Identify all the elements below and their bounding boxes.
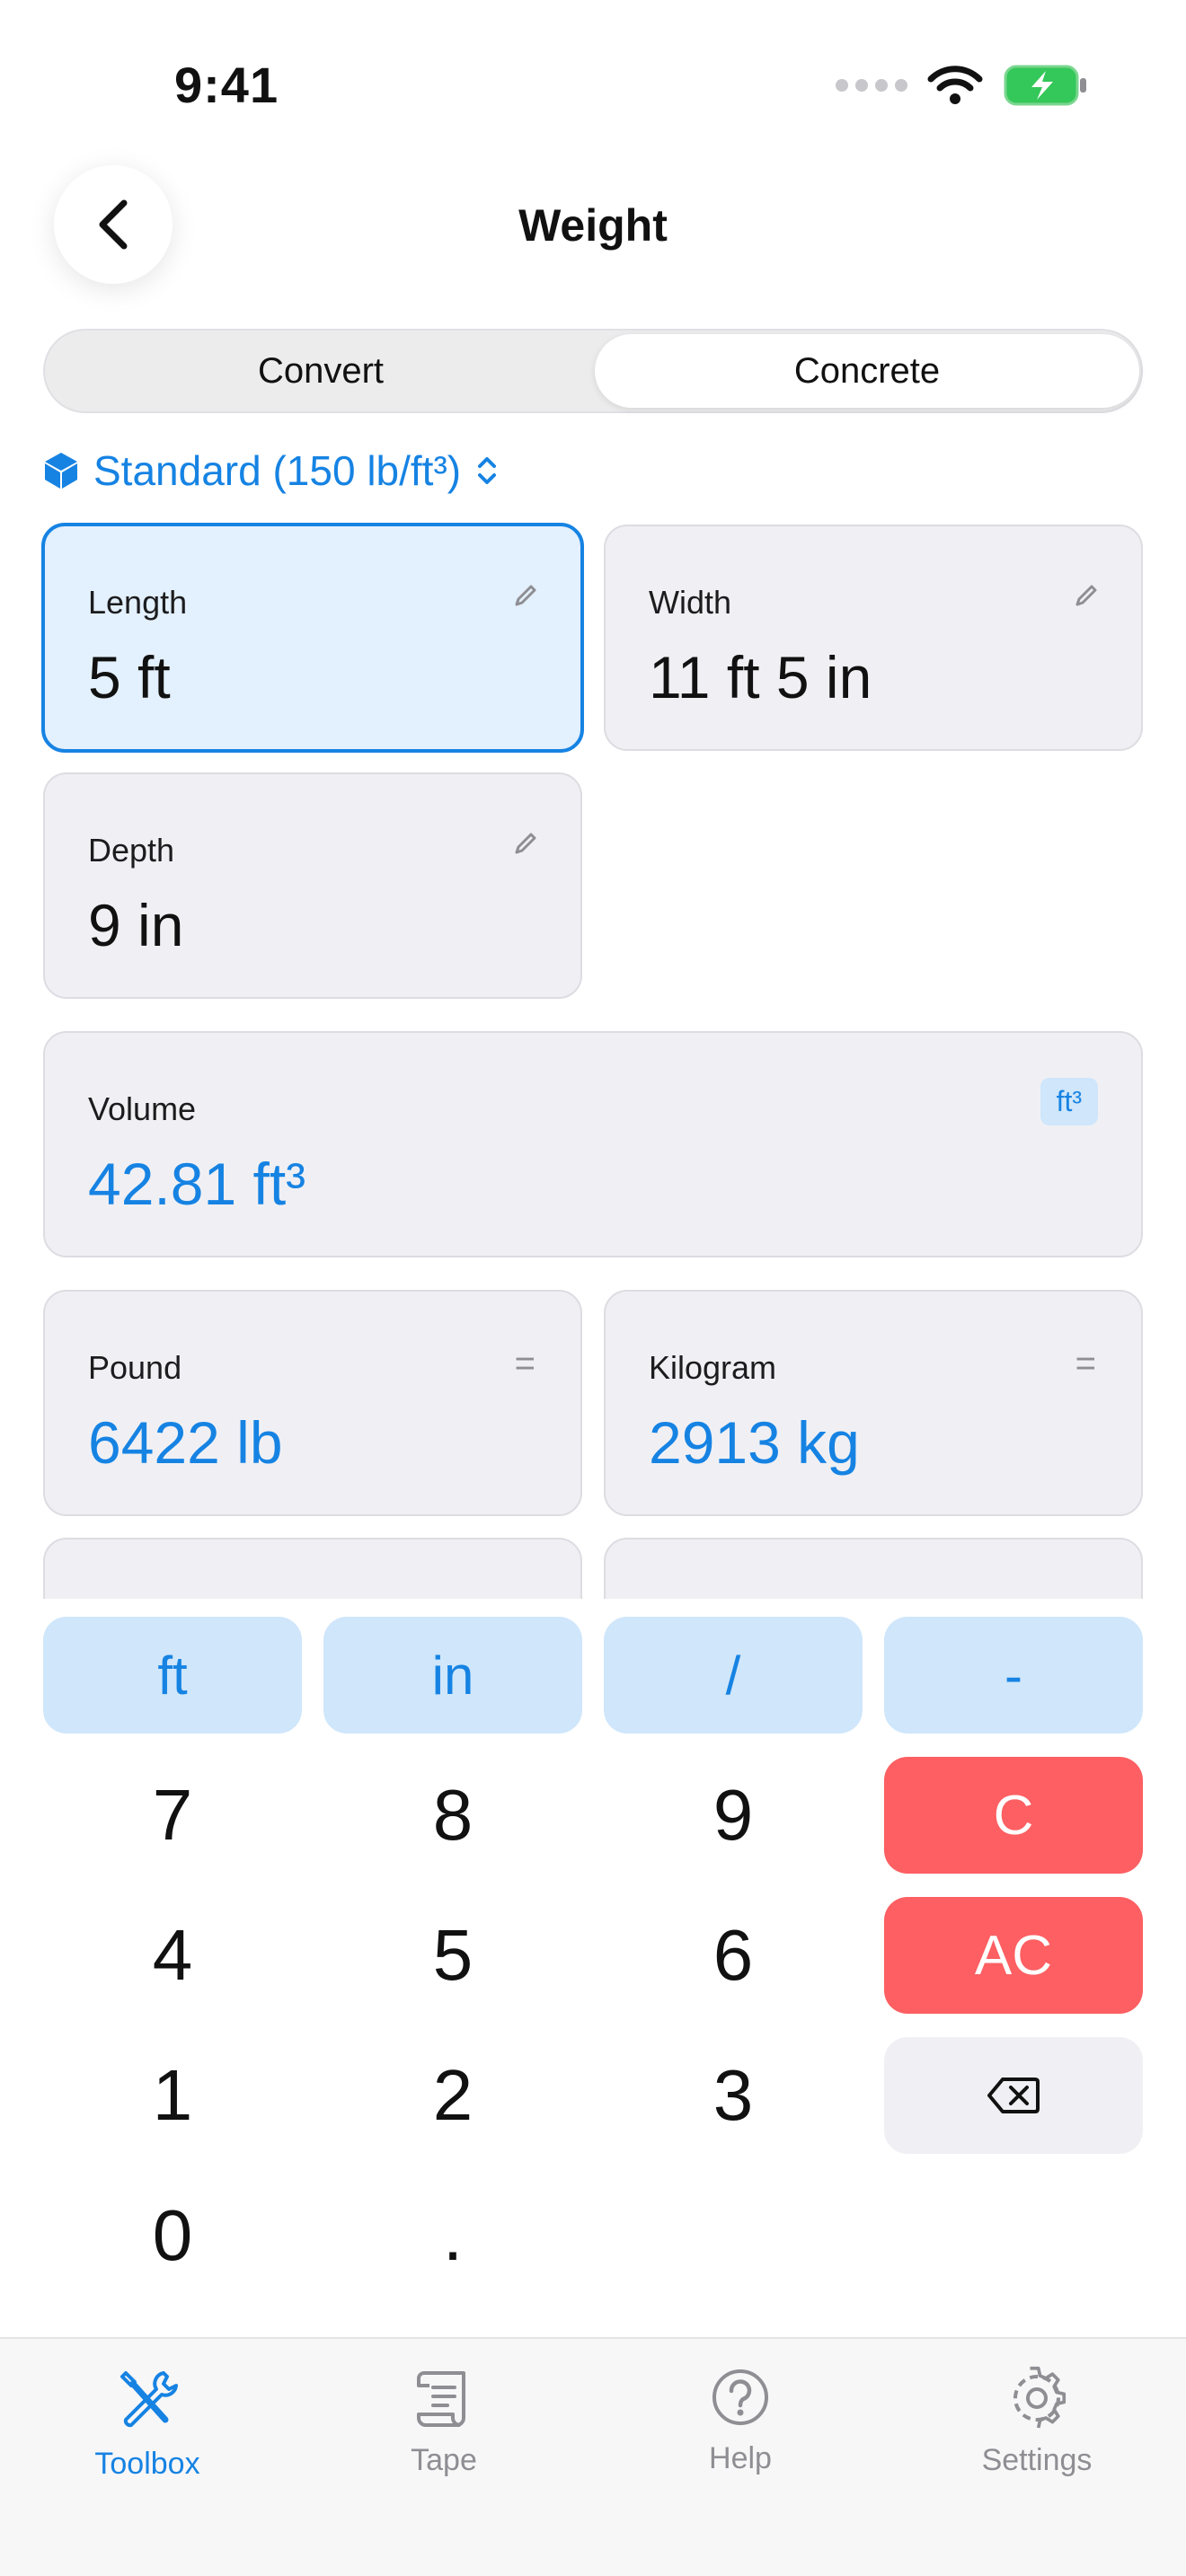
scroll-icon <box>417 2371 465 2427</box>
status-indicators <box>836 63 1089 108</box>
length-field[interactable]: Length 5 ft <box>41 523 584 753</box>
results-scroll-area[interactable]: Volume 42.81 ft³ ft³ Pound 6422 lb = Kil… <box>0 1024 1186 1599</box>
key-0[interactable]: 0 <box>43 2177 302 2294</box>
key-6[interactable]: 6 <box>604 1897 863 2014</box>
width-label: Width <box>649 584 732 621</box>
width-field[interactable]: Width 11 ft 5 in <box>604 525 1143 751</box>
depth-value: 9 in <box>88 892 184 958</box>
backspace-button[interactable] <box>884 2037 1143 2154</box>
pencil-icon <box>1075 585 1097 606</box>
tab-bar: Toolbox Tape Help Settings <box>0 2337 1186 2576</box>
key-in[interactable]: in <box>323 1617 582 1734</box>
width-value: 11 ft 5 in <box>649 644 872 710</box>
tab-tape-label: Tape <box>411 2443 477 2477</box>
partial-result-card <box>604 1538 1143 1599</box>
status-time: 9:41 <box>174 57 279 113</box>
tab-settings-label: Settings <box>981 2443 1093 2477</box>
tools-icon <box>120 2371 178 2428</box>
equals-icon[interactable]: = <box>515 1344 535 1384</box>
tab-help-label: Help <box>709 2441 772 2475</box>
cellular-signal-icon <box>836 79 907 92</box>
tab-toolbox-label: Toolbox <box>94 2447 200 2481</box>
tab-convert[interactable]: Convert <box>49 334 593 408</box>
question-circle-icon <box>712 2369 768 2425</box>
equals-icon[interactable]: = <box>1075 1344 1096 1384</box>
depth-label: Depth <box>88 832 175 869</box>
tab-help[interactable]: Help <box>633 2366 848 2476</box>
length-value: 5 ft <box>88 644 171 710</box>
delete-left-icon <box>987 2078 1040 2113</box>
key-2[interactable]: 2 <box>323 2037 582 2154</box>
volume-label: Volume <box>88 1090 197 1127</box>
kilogram-label: Kilogram <box>649 1349 777 1386</box>
cube-icon <box>45 453 77 489</box>
battery-charging-icon <box>1004 65 1086 106</box>
gear-icon <box>1013 2366 1067 2429</box>
all-clear-button[interactable]: AC <box>884 1897 1143 2014</box>
key-8[interactable]: 8 <box>323 1757 582 1874</box>
key-9[interactable]: 9 <box>604 1757 863 1874</box>
partial-result-card <box>43 1538 582 1599</box>
page-title: Weight <box>518 200 668 251</box>
tab-concrete[interactable]: Concrete <box>595 334 1139 408</box>
clear-button[interactable]: C <box>884 1757 1143 1874</box>
tab-tape[interactable]: Tape <box>336 2366 552 2478</box>
volume-value: 42.81 ft³ <box>88 1151 306 1217</box>
key-3[interactable]: 3 <box>604 2037 863 2154</box>
key-decimal[interactable]: . <box>323 2177 582 2294</box>
pound-label: Pound <box>88 1349 182 1386</box>
key-5[interactable]: 5 <box>323 1897 582 2014</box>
tab-toolbox[interactable]: Toolbox <box>40 2366 255 2482</box>
concrete-mix-selector[interactable]: Standard (150 lb/ft³) <box>43 444 499 498</box>
pound-value: 6422 lb <box>88 1409 283 1476</box>
concrete-mix-label: Standard (150 lb/ft³) <box>93 447 462 494</box>
pencil-icon <box>515 833 536 854</box>
depth-field[interactable]: Depth 9 in <box>43 772 582 999</box>
key-4[interactable]: 4 <box>43 1897 302 2014</box>
key-7[interactable]: 7 <box>43 1757 302 1874</box>
tab-settings[interactable]: Settings <box>929 2366 1145 2478</box>
mode-segmented-control: Convert Concrete <box>43 329 1143 413</box>
key-fraction[interactable]: / <box>604 1617 863 1734</box>
key-1[interactable]: 1 <box>43 2037 302 2154</box>
kilogram-value: 2913 kg <box>649 1409 860 1476</box>
volume-unit-badge[interactable]: ft³ <box>1040 1078 1098 1125</box>
pencil-icon <box>515 585 536 606</box>
wifi-icon <box>927 66 983 104</box>
key-minus[interactable]: - <box>884 1617 1143 1734</box>
chevron-up-down-icon <box>478 457 497 484</box>
length-label: Length <box>88 584 188 621</box>
kilogram-card: Kilogram 2913 kg = <box>604 1290 1143 1516</box>
volume-card: Volume 42.81 ft³ ft³ <box>43 1031 1143 1257</box>
pound-card: Pound 6422 lb = <box>43 1290 582 1516</box>
key-ft[interactable]: ft <box>43 1617 302 1734</box>
